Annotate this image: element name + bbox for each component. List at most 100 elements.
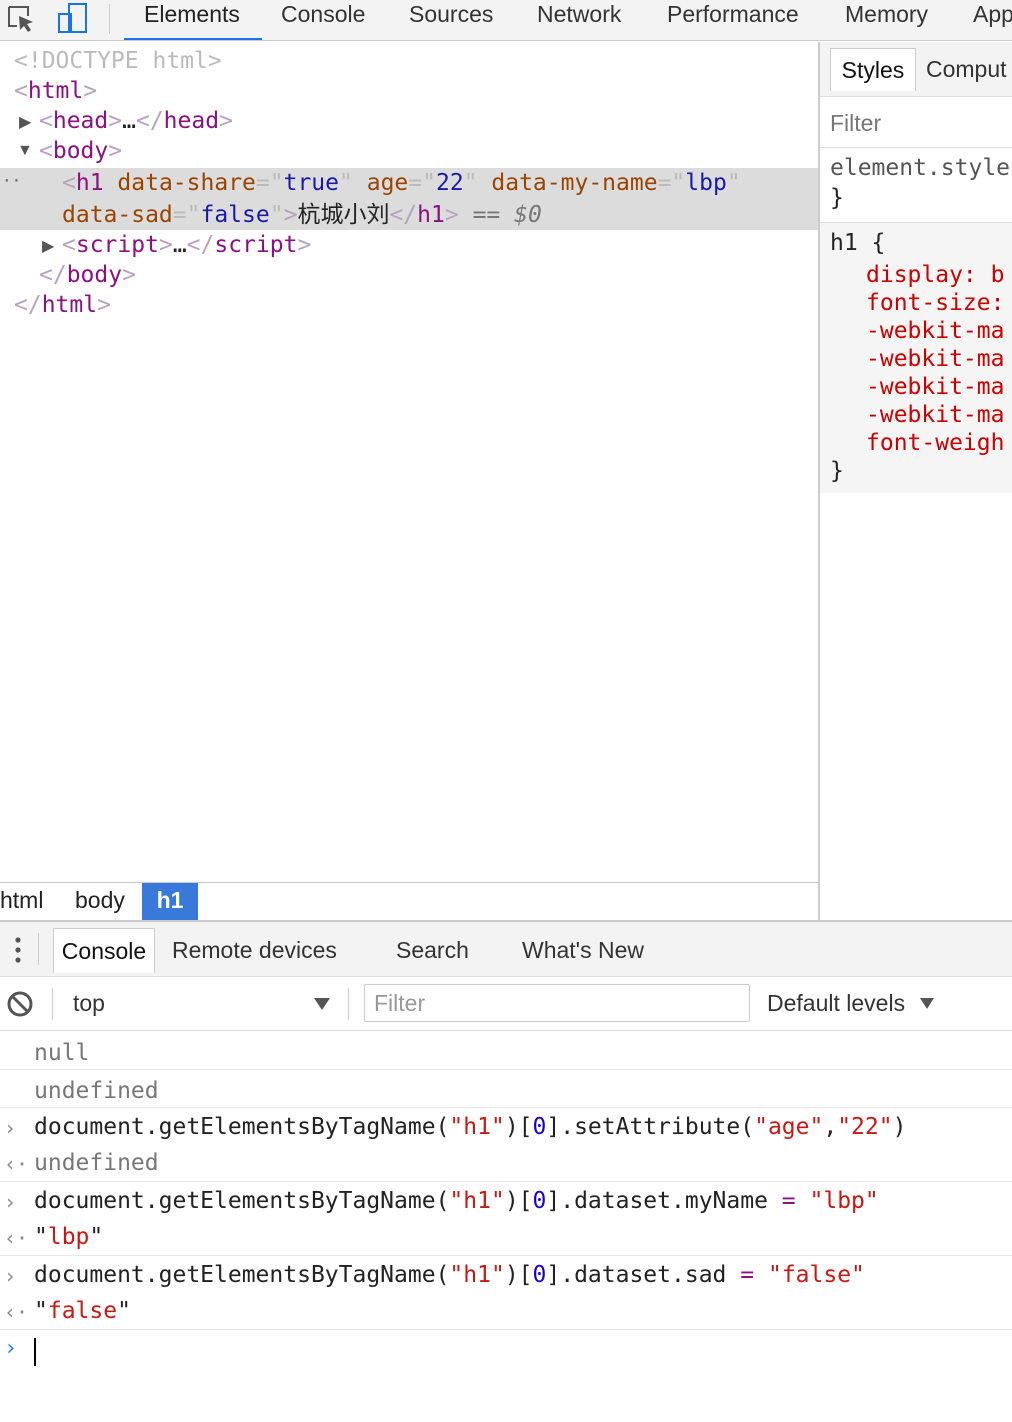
selected-node-marker: == $0 xyxy=(472,202,542,228)
console-result-text: undefined xyxy=(34,1150,159,1176)
tab-elements[interactable]: Elements xyxy=(144,0,240,40)
tree-node-h1-continued[interactable]: data-sad="false">杭城小刘</h1> == $0 xyxy=(62,200,542,230)
inspect-element-icon[interactable] xyxy=(6,4,36,34)
style-property[interactable]: -webkit-ma xyxy=(866,373,1004,401)
script-tag-name: script xyxy=(75,232,159,258)
dropdown-arrow-icon[interactable] xyxy=(313,997,331,1016)
breadcrumb-h1[interactable]: h1 xyxy=(142,883,198,920)
attr-value-data-sad[interactable]: false xyxy=(200,202,269,228)
toolbar-separator xyxy=(52,988,53,1020)
text-caret xyxy=(34,1338,36,1366)
drawer-tabs: Console Remote devices Search What's New xyxy=(0,922,1012,977)
rule-close-brace: } xyxy=(830,458,844,484)
html-tag-name: html xyxy=(27,78,84,104)
drawer-tab-search[interactable]: Search xyxy=(396,928,469,972)
tab-computed[interactable]: Comput xyxy=(926,48,1007,90)
script-ellipsis[interactable]: … xyxy=(173,232,187,258)
breadcrumb-body[interactable]: body xyxy=(75,883,125,920)
head-close-tag-name: head xyxy=(163,108,220,134)
prompt-arrow-icon: › xyxy=(4,1336,18,1361)
script-close-tag-name: script xyxy=(214,232,298,258)
body-close-tag-name: body xyxy=(66,262,123,288)
console-entry: › document.getElementsByTagName("h1")[0]… xyxy=(0,1108,1012,1182)
tree-node-body[interactable]: <body> xyxy=(39,136,122,166)
tab-application[interactable]: App xyxy=(973,0,1012,40)
expand-triangle-icon[interactable]: ▶ xyxy=(19,112,31,132)
tab-styles[interactable]: Styles xyxy=(830,48,916,91)
console-message: null xyxy=(0,1032,1012,1070)
console-input-text[interactable]: document.getElementsByTagName("h1")[0].d… xyxy=(34,1262,865,1288)
drawer-tab-separator xyxy=(38,933,39,965)
tab-sources[interactable]: Sources xyxy=(409,0,493,40)
active-tab-indicator xyxy=(124,38,262,40)
tree-node-html-close[interactable]: </html> xyxy=(14,290,111,320)
attr-name-data-my-name[interactable]: data-my-name xyxy=(491,170,657,196)
tab-memory[interactable]: Memory xyxy=(845,0,928,40)
doctype-text: <!DOCTYPE html> xyxy=(14,48,222,74)
h1-text-content[interactable]: 杭城小刘 xyxy=(297,202,389,228)
prompt-arrow-icon: › xyxy=(4,1116,17,1140)
attr-value-data-share[interactable]: true xyxy=(284,170,339,196)
console-message-text: undefined xyxy=(34,1078,159,1104)
console-toolbar: top Filter Default levels xyxy=(0,977,1012,1031)
toolbar-separator xyxy=(109,4,110,34)
expand-triangle-icon[interactable]: ▶ xyxy=(42,236,54,256)
head-ellipsis[interactable]: … xyxy=(122,108,136,134)
attr-name-age[interactable]: age xyxy=(367,170,409,196)
tree-node-h1-selected[interactable]: <h1 data-share="true" age="22" data-my-n… xyxy=(62,168,741,198)
context-selector[interactable]: top xyxy=(73,990,105,1017)
h1-style-rule: h1 { display: b font-size: -webkit-ma -w… xyxy=(820,222,1012,493)
style-property[interactable]: font-weigh xyxy=(866,429,1004,457)
console-message: undefined xyxy=(0,1070,1012,1108)
h1-close-tag-name: h1 xyxy=(417,202,445,228)
tree-node-html[interactable]: <html> xyxy=(14,76,97,106)
style-property[interactable]: display: b xyxy=(866,261,1004,289)
breadcrumb: html body h1 xyxy=(0,882,818,920)
tree-node-script[interactable]: <script>…</script> xyxy=(62,230,311,260)
tree-node-head[interactable]: <head>…</head> xyxy=(39,106,233,136)
attr-value-age[interactable]: 22 xyxy=(436,170,464,196)
tree-node-doctype[interactable]: <!DOCTYPE html> xyxy=(14,46,222,76)
rule-selector-h1[interactable]: h1 { xyxy=(830,229,885,257)
breadcrumb-html[interactable]: html xyxy=(0,883,43,920)
console-input-text[interactable]: document.getElementsByTagName("h1")[0].s… xyxy=(34,1114,906,1140)
element-style-close-brace: } xyxy=(830,185,844,211)
result-arrow-icon: ‹· xyxy=(4,1226,29,1250)
result-arrow-icon: ‹· xyxy=(4,1300,29,1324)
attr-value-data-my-name[interactable]: lbp xyxy=(685,170,727,196)
clear-console-icon[interactable] xyxy=(6,990,34,1018)
style-property[interactable]: font-size: xyxy=(866,289,1004,317)
drawer-menu-icon[interactable] xyxy=(12,936,24,966)
console-filter-input[interactable]: Filter xyxy=(364,984,750,1022)
html-close-tag-name: html xyxy=(41,292,98,318)
console-input-text[interactable]: document.getElementsByTagName("h1")[0].d… xyxy=(34,1188,879,1214)
head-tag-name: head xyxy=(52,108,109,134)
tree-node-body-close[interactable]: </body> xyxy=(39,260,136,290)
attr-name-data-sad[interactable]: data-sad xyxy=(62,202,173,228)
drawer-tab-remote-devices[interactable]: Remote devices xyxy=(172,928,337,972)
console-prompt-input[interactable] xyxy=(30,1334,1000,1370)
dropdown-arrow-icon[interactable] xyxy=(919,997,935,1015)
drawer-tab-whats-new[interactable]: What's New xyxy=(522,928,644,972)
node-options-dots[interactable]: ·· xyxy=(2,166,21,196)
attr-name-data-share[interactable]: data-share xyxy=(117,170,255,196)
tab-network[interactable]: Network xyxy=(537,0,621,40)
console-message-text: null xyxy=(34,1040,90,1066)
drawer-tab-console[interactable]: Console xyxy=(53,928,155,973)
style-property[interactable]: -webkit-ma xyxy=(866,345,1004,373)
toolbar-separator xyxy=(348,988,349,1020)
collapse-triangle-icon[interactable]: ▼ xyxy=(17,142,33,160)
console-result-text: "lbp" xyxy=(34,1224,104,1250)
tab-performance[interactable]: Performance xyxy=(667,0,799,40)
device-toolbar-icon[interactable] xyxy=(56,2,90,36)
devtools-toolbar: Elements Console Sources Network Perform… xyxy=(0,0,1012,41)
styles-filter-input[interactable]: Filter xyxy=(820,98,1012,148)
result-arrow-icon: ‹· xyxy=(4,1152,29,1176)
log-levels-select[interactable]: Default levels xyxy=(767,990,905,1017)
tab-console[interactable]: Console xyxy=(281,0,365,40)
style-property[interactable]: -webkit-ma xyxy=(866,401,1004,429)
style-property[interactable]: -webkit-ma xyxy=(866,317,1004,345)
elements-dom-tree: <!DOCTYPE html> <html> ▶ <head>…</head> … xyxy=(0,42,818,882)
element-style-selector[interactable]: element.style xyxy=(830,154,1010,182)
sidebar-tabs: Styles Comput xyxy=(820,42,1012,97)
